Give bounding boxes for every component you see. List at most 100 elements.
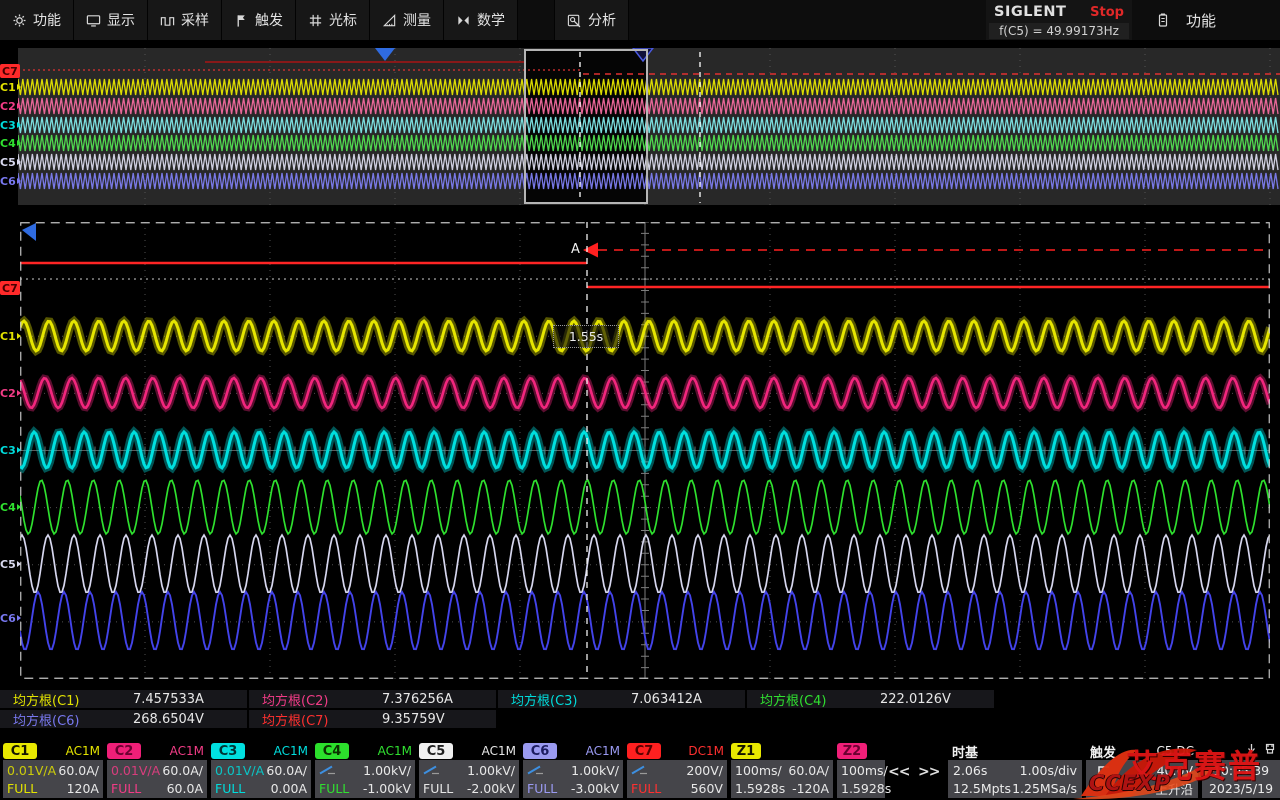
channel-label-c6[interactable]: C6	[0, 611, 21, 625]
pan-left-button[interactable]: <<	[888, 764, 909, 780]
volts-per-div: 1.00kV/	[571, 763, 619, 778]
math-icon	[456, 13, 471, 28]
channel-label-c2[interactable]: C2	[0, 99, 21, 113]
measurement-label: 均方根(C1)	[13, 690, 80, 709]
zoom-descriptor-z1[interactable]: Z1 100ms/60.0A/ 1.5928s-120A	[731, 742, 833, 798]
overview-strip[interactable]	[18, 48, 1280, 205]
measurement-cell[interactable]: 均方根(C6)268.6504V	[0, 710, 247, 728]
menu-item-gear[interactable]: 功能	[0, 0, 74, 40]
menu-function-right[interactable]: 功能	[1146, 0, 1276, 40]
channel-arrow-icon	[17, 103, 21, 109]
volts-per-div: 60.0A/	[266, 763, 307, 778]
measurement-label: 均方根(C2)	[262, 690, 329, 709]
menu-item-math[interactable]: 数学	[444, 0, 518, 40]
pre-trigger-marker[interactable]	[22, 223, 36, 241]
channel-descriptor-c2[interactable]: C2 AC1M 0.01V/A60.0A/ FULL60.0A	[107, 742, 207, 798]
measurement-cell[interactable]: 均方根(C7) 9.35759V	[249, 710, 496, 728]
bandwidth-label: FULL	[7, 781, 37, 796]
channel-arrow-icon	[17, 159, 21, 165]
channel-descriptor-c6[interactable]: C6 AC1M 1.00kV/ FULL-3.00kV	[523, 742, 623, 798]
channel-label-c3[interactable]: C3	[0, 443, 21, 457]
bandwidth-label: FULL	[215, 781, 245, 796]
measurement-cell[interactable]: 均方根(C2)7.376256A	[249, 690, 496, 708]
measurement-row: 均方根(C1)7.457533A均方根(C2)7.376256A均方根(C3)7…	[0, 690, 994, 708]
brand-cluster: SIGLENT Stop f(C5) = 49.99173Hz	[986, 0, 1132, 40]
volts-per-div: 200V/	[686, 763, 723, 778]
channel-arrow-icon	[17, 333, 21, 339]
run-stop-indicator[interactable]: Stop	[1090, 5, 1124, 20]
z2-badge: Z2	[837, 743, 867, 759]
timebase-points: 12.5Mpts	[953, 781, 1011, 796]
channel-label-c7[interactable]: C7	[0, 281, 20, 295]
rising-edge-icon	[1091, 764, 1111, 784]
measurement-label: 均方根(C4)	[760, 690, 827, 709]
probe-attenuation-icon	[423, 763, 441, 778]
channel-descriptor-c1[interactable]: C1 AC1M 0.01V/A60.0A/ FULL120A	[3, 742, 103, 798]
pan-right-button[interactable]: >>	[918, 764, 939, 780]
siglent-logo: SIGLENT	[994, 4, 1066, 20]
measurement-label: 均方根(C7)	[262, 710, 329, 729]
channel-badge: C7	[627, 743, 661, 759]
channel-label-c3[interactable]: C3	[0, 118, 21, 132]
clock-panel: 10:05:39 2023/5/19	[1202, 742, 1280, 798]
measurement-cell[interactable]: 均方根(C1)7.457533A	[0, 690, 247, 708]
bandwidth-label: FULL	[423, 781, 453, 796]
main-waveform-grid[interactable]	[20, 222, 1270, 679]
offset-value: 0.00A	[271, 781, 307, 796]
channel-label-c4[interactable]: C4	[0, 136, 21, 150]
trigger-title: 触发	[1090, 742, 1116, 761]
bandwidth-label: FULL	[111, 781, 141, 796]
trigger-level-arrow[interactable]	[583, 243, 598, 258]
channel-arrow-icon	[17, 615, 21, 621]
channel-badge: C3	[211, 743, 245, 759]
menu-item-acquire[interactable]: 采样	[148, 0, 222, 40]
overview-background	[18, 48, 1280, 205]
zoom-descriptor-z2[interactable]: Z2 100ms/ 1.5928s	[837, 742, 885, 798]
measurement-value: 268.6504V	[133, 712, 204, 727]
trigger-marker-a-label[interactable]: A	[571, 242, 580, 257]
bandwidth-label: FULL	[319, 781, 349, 796]
channel-descriptor-c3[interactable]: C3 AC1M 0.01V/A60.0A/ FULL0.00A	[211, 742, 311, 798]
channel-descriptor-c7[interactable]: C7 DC1M 200V/ FULL560V	[627, 742, 727, 798]
channel-descriptor-c5[interactable]: C5 AC1M 1.00kV/ FULL-2.00kV	[419, 742, 519, 798]
channel-arrow-icon	[17, 84, 21, 90]
channel-label-c4[interactable]: C4	[0, 500, 21, 514]
measurement-value: 9.35759V	[382, 712, 445, 727]
channel-label-c6[interactable]: C6	[0, 174, 21, 188]
clock-time: 10:05:39	[1202, 761, 1280, 779]
channel-label-c2[interactable]: C2	[0, 386, 21, 400]
menu-item-cursor[interactable]: 光标	[296, 0, 370, 40]
trigger-source: C5 DC	[1157, 744, 1194, 758]
menu-item-flag[interactable]: 触发	[222, 0, 296, 40]
channel-label-c5[interactable]: C5	[0, 557, 21, 571]
menu-item-label: 功能	[33, 10, 61, 30]
volts-per-div: 1.00kV/	[363, 763, 411, 778]
menu-item-label: 触发	[255, 10, 283, 30]
menu-items: 功能显示采样 触发光标 测量数学 分析	[0, 0, 629, 40]
channel-badge: C4	[315, 743, 349, 759]
channel-label-c1[interactable]: C1	[0, 329, 21, 343]
scale-factor: 0.01V/A	[7, 763, 56, 778]
timebase-panel[interactable]: 时基 2.06s1.00s/div 12.5Mpts1.25MSa/s	[948, 742, 1082, 798]
measurement-cell[interactable]: 均方根(C4)222.0126V	[747, 690, 994, 708]
channel-descriptor-c4[interactable]: C4 AC1M 1.00kV/ FULL-1.00kV	[315, 742, 415, 798]
measurement-cell[interactable]: 均方根(C3)7.063412A	[498, 690, 745, 708]
coupling-label: DC1M	[688, 744, 727, 758]
menu-item-label: 分析	[588, 10, 616, 30]
menu-item-label: 测量	[403, 10, 431, 30]
coupling-label: AC1M	[482, 744, 519, 758]
menu-item-display[interactable]: 显示	[74, 0, 148, 40]
channel-label-c1[interactable]: C1	[0, 80, 21, 94]
channel-label-c7[interactable]: C7	[0, 64, 20, 78]
probe-attenuation-icon	[527, 763, 545, 778]
measurement-row: 均方根(C6)268.6504V 均方根(C7) 9.35759V	[0, 710, 496, 728]
channel-label-c5[interactable]: C5	[0, 155, 21, 169]
menu-function-right-label: 功能	[1186, 10, 1216, 31]
offset-value: 60.0A	[167, 781, 203, 796]
menu-item-measure[interactable]: 测量	[370, 0, 444, 40]
menu-item-analysis[interactable]: 分析	[554, 0, 629, 40]
bandwidth-label: FULL	[527, 781, 557, 796]
coupling-label: AC1M	[378, 744, 415, 758]
trigger-panel[interactable]: 触发 C5 DC 40.0V 上升沿	[1086, 742, 1198, 798]
bandwidth-label: FULL	[631, 781, 661, 796]
